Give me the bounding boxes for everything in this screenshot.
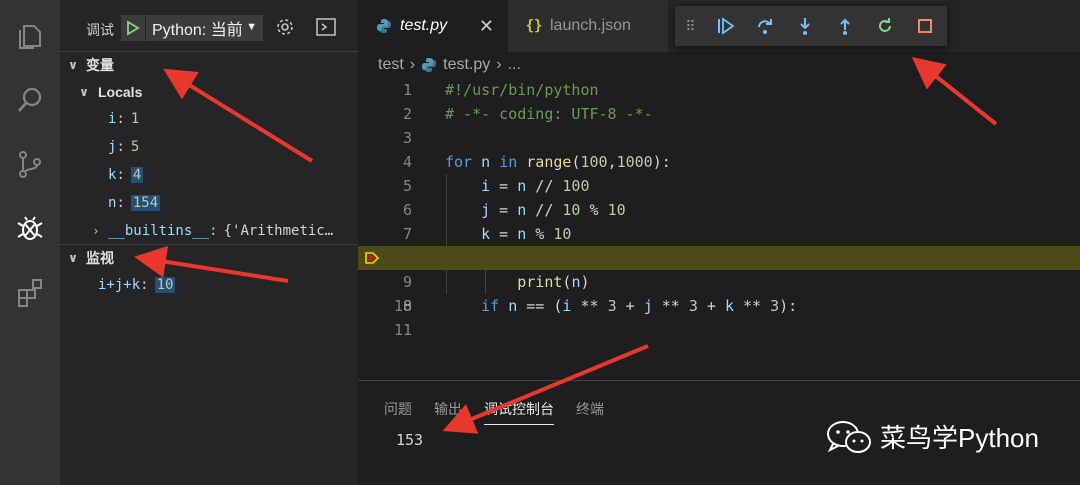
variable-name: j (108, 139, 117, 155)
variable-name: i (108, 111, 117, 127)
step-over-button[interactable] (745, 6, 785, 46)
variable-row[interactable]: n:154 (60, 189, 358, 217)
play-icon (127, 20, 140, 36)
debug-console-output: 153 (396, 431, 424, 449)
chevron-right-icon: › (409, 56, 416, 73)
variable-value: 1 (130, 111, 140, 127)
chevron-right-icon: › (496, 56, 502, 73)
code-line: 11 (393, 321, 412, 339)
chevron-down-icon: ∨ (68, 57, 78, 72)
breadcrumb: test › test.py › ... (358, 52, 1080, 78)
variable-row[interactable]: k:4 (60, 161, 358, 189)
python-file-icon (376, 18, 392, 34)
stop-icon (918, 19, 932, 33)
step-into-icon (800, 18, 810, 35)
tab-label: test.py (400, 17, 448, 34)
close-icon[interactable]: ✕ (479, 16, 494, 37)
code-line: 9 print(n) (358, 270, 1080, 294)
chevron-down-icon: ∨ (79, 85, 89, 99)
step-into-button[interactable] (785, 6, 825, 46)
breadcrumb-folder[interactable]: test (378, 56, 404, 74)
code-line: 5 i = n // 100 (358, 174, 1080, 198)
extensions-icon[interactable] (10, 272, 50, 312)
wechat-icon (827, 420, 871, 453)
variable-value-changed: 4 (130, 167, 144, 183)
variable-name: __builtins__ (108, 223, 210, 239)
locals-label: Locals (98, 84, 143, 100)
watermark: 菜鸟学Python (824, 418, 1039, 455)
watermark-text: 菜鸟学Python (880, 423, 1039, 453)
code-line: 3 (402, 129, 412, 147)
tab-test-py[interactable]: test.py ✕ (358, 0, 508, 52)
terminal-icon (316, 18, 336, 36)
breadcrumb-file[interactable]: test.py (443, 56, 490, 74)
stop-button[interactable] (905, 6, 945, 46)
debug-toolbar: 调试 Python: 当前 ▼ (60, 0, 358, 52)
drag-handle-icon[interactable]: ⠿ (675, 18, 705, 35)
tab-output[interactable]: 输出 (434, 399, 462, 425)
open-console-button[interactable] (315, 16, 337, 38)
variable-name: n (108, 195, 117, 211)
debug-title: 调试 (86, 22, 114, 38)
debug-config-value: Python: 当前 (152, 22, 243, 39)
watch-row[interactable]: i+j+k:10 (60, 271, 358, 299)
source-control-icon[interactable] (10, 144, 50, 184)
tab-launch-json[interactable]: {} launch.json (508, 0, 668, 52)
watch-header-label: 监视 (86, 249, 114, 266)
tab-label: launch.json (550, 17, 631, 34)
watch-expression: i+j+k (98, 277, 141, 293)
restart-button[interactable] (865, 6, 905, 46)
search-icon[interactable] (10, 80, 50, 120)
code-line: 1 #!/usr/bin/python (402, 81, 599, 99)
code-line: 2 # -*- coding: UTF-8 -*- (402, 105, 653, 123)
watch-value: 10 (154, 277, 176, 293)
variables-section-header[interactable]: ∨ 变量 (60, 51, 358, 77)
code-line: 7 k = n % 10 (358, 222, 1080, 246)
code-line: 6 j = n // 10 % 10 (358, 198, 1080, 222)
variable-row[interactable]: j:5 (60, 133, 358, 161)
debug-config-select[interactable]: Python: 当前 ▼ (146, 15, 263, 41)
breakpoint-arrow-icon[interactable] (365, 251, 379, 265)
builtins-row[interactable]: › __builtins__: {'Arithmetic… (60, 217, 358, 245)
variables-header-label: 变量 (86, 56, 114, 73)
debug-floating-toolbar: ⠿ (675, 6, 947, 46)
tab-terminal[interactable]: 终端 (576, 399, 604, 425)
variable-value-changed: 154 (130, 195, 161, 211)
python-file-icon (421, 57, 437, 73)
variable-value: {'Arithmetic… (223, 223, 334, 239)
continue-button[interactable] (705, 6, 745, 46)
step-over-icon (758, 19, 772, 34)
panel-tabs: 问题 输出 调试控制台 终端 (384, 399, 626, 425)
files-icon[interactable] (10, 16, 50, 56)
json-file-icon: {} (525, 18, 543, 34)
code-line: 4 for n in range(100,1000): (402, 153, 671, 171)
watch-section-header[interactable]: ∨ 监视 (60, 244, 358, 270)
step-out-button[interactable] (825, 6, 865, 46)
activity-bar (0, 0, 60, 485)
variable-name: k (108, 167, 117, 183)
chevron-down-icon: ∨ (68, 250, 78, 265)
start-debugging-button[interactable] (121, 15, 145, 41)
debug-sidebar: 调试 Python: 当前 ▼ ∨ 变量 ∨ Locals i:1 j:5 k:… (60, 0, 358, 485)
chevron-right-icon: › (93, 224, 99, 238)
current-code-line: 8 if n == (i ** 3 + j ** 3 + k ** 3): (358, 246, 1080, 315)
editor-area: test.py ✕ {} launch.json test › test.py … (358, 0, 1080, 380)
step-out-icon (840, 18, 850, 35)
gear-icon[interactable] (274, 16, 296, 38)
tab-debug-console[interactable]: 调试控制台 (484, 399, 554, 425)
tab-problems[interactable]: 问题 (384, 399, 412, 425)
chevron-down-icon: ▼ (246, 21, 257, 33)
locals-scope[interactable]: ∨ Locals (60, 78, 358, 106)
variable-row[interactable]: i:1 (60, 105, 358, 133)
code-line: 10 (393, 297, 412, 315)
restart-icon (879, 18, 891, 32)
variable-value: 5 (130, 139, 140, 155)
breadcrumb-more[interactable]: ... (508, 56, 521, 74)
debug-icon[interactable] (10, 208, 50, 248)
continue-icon (718, 17, 735, 35)
